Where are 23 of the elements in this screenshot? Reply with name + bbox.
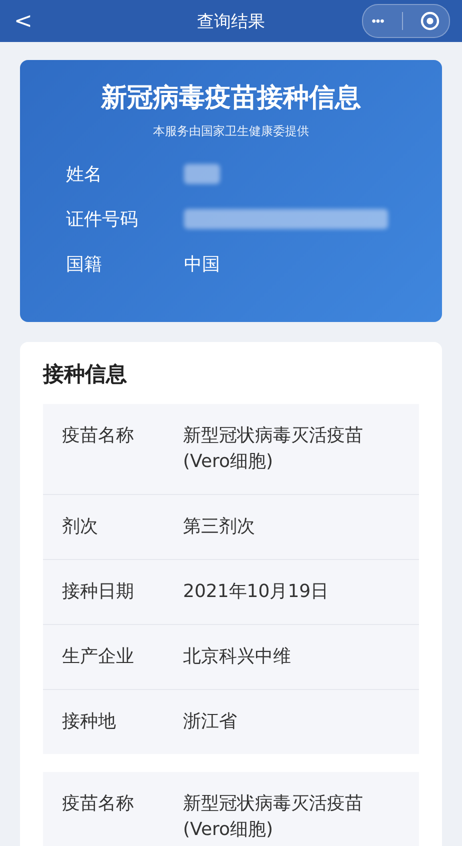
back-button[interactable]: < (0, 8, 46, 34)
field-label: 姓名 (66, 163, 103, 186)
row-value: 浙江省 (183, 710, 238, 734)
row-label: 生产企业 (62, 645, 135, 669)
field-label: 证件号码 (66, 208, 139, 231)
row-value: 新型冠状病毒灭活疫苗(Vero细胞) (183, 792, 364, 842)
field-label: 国籍 (66, 253, 103, 276)
page-title: 查询结果 (197, 10, 265, 32)
row-value: 第三剂次 (183, 515, 256, 539)
row-label: 接种日期 (62, 580, 135, 604)
more-button[interactable]: ••• (372, 14, 384, 28)
row-value: 北京科兴中维 (183, 645, 292, 669)
row-label: 疫苗名称 (62, 424, 135, 448)
row-value: 2021年10月19日 (183, 580, 330, 604)
card-title: 新冠病毒疫苗接种信息 (100, 82, 362, 115)
section-title: 接种信息 (43, 361, 128, 388)
redacted-value (184, 164, 220, 184)
row-label: 接种地 (62, 710, 117, 734)
field-value: 中国 (184, 253, 220, 276)
row-label: 疫苗名称 (62, 792, 135, 816)
row-value: 新型冠状病毒灭活疫苗(Vero细胞) (183, 424, 364, 474)
row-label: 剂次 (62, 515, 99, 539)
card-subtitle: 本服务由国家卫生健康委提供 (152, 123, 310, 140)
